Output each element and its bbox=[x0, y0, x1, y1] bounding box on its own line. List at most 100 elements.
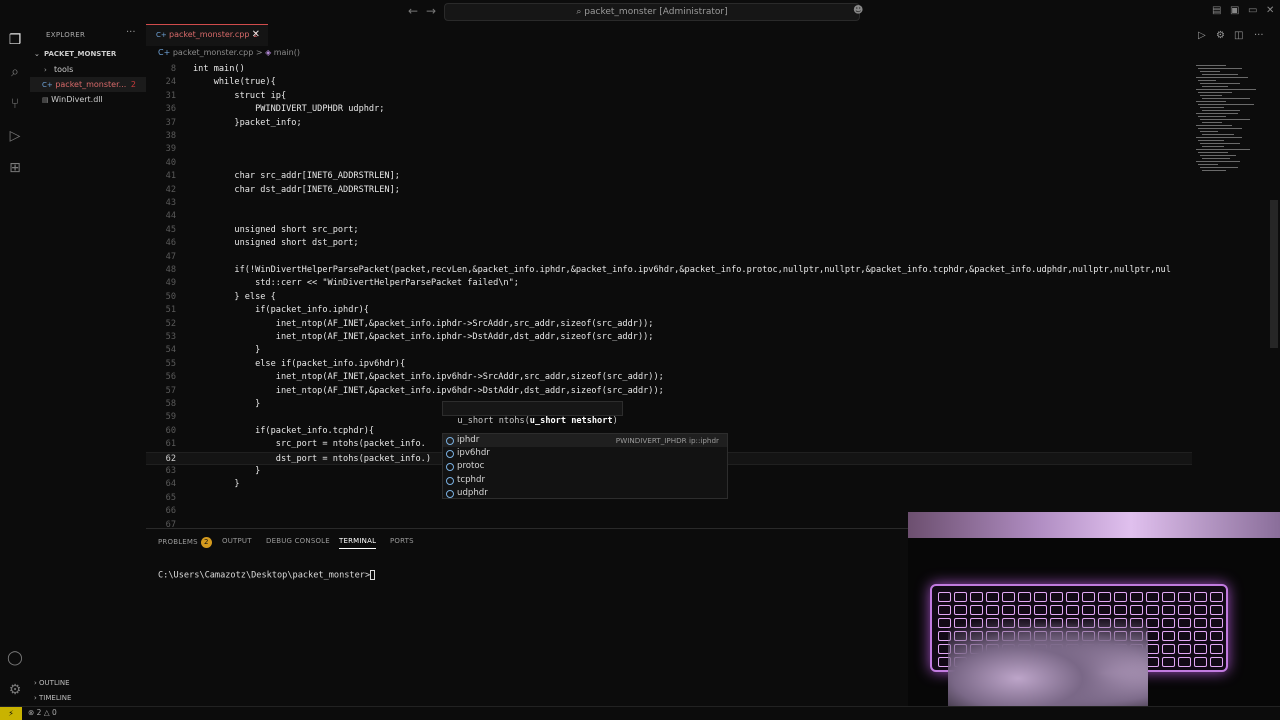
suggestion-item[interactable]: udphdr bbox=[443, 487, 727, 500]
tab-terminal[interactable]: TERMINAL bbox=[339, 537, 377, 549]
code-line[interactable]: 51 if(packet_info.iphdr){ bbox=[146, 304, 1192, 317]
code-line[interactable]: 31 struct ip{ bbox=[146, 90, 1192, 103]
more-actions-icon[interactable]: ··· bbox=[1254, 30, 1264, 41]
code-line[interactable]: 39 bbox=[146, 143, 1192, 156]
explorer-icon[interactable]: ❐ bbox=[7, 32, 23, 48]
line-number: 55 bbox=[165, 358, 176, 369]
code-line[interactable]: 8 int main() bbox=[146, 63, 1192, 76]
more-actions-icon[interactable]: ··· bbox=[126, 27, 136, 38]
code-line[interactable]: 46 unsigned short dst_port; bbox=[146, 237, 1192, 250]
suggestion-item[interactable]: protoc bbox=[443, 460, 727, 473]
tab-ports[interactable]: PORTS bbox=[390, 537, 414, 545]
code-line[interactable]: 38 bbox=[146, 130, 1192, 143]
code-line[interactable]: 42 char dst_addr[INET6_ADDRSTRLEN]; bbox=[146, 184, 1192, 197]
code-line[interactable]: 59 bbox=[146, 411, 1192, 424]
minimap-line bbox=[1202, 170, 1226, 171]
arrow-right-icon[interactable]: → bbox=[426, 4, 436, 18]
problems-status[interactable]: ⊗ 2 △ 0 bbox=[28, 708, 57, 717]
keyboard-key bbox=[1066, 592, 1079, 602]
terminal-output[interactable]: C:\Users\Camazotz\Desktop\packet_monster… bbox=[158, 570, 376, 581]
keyboard-key bbox=[1114, 592, 1127, 602]
breadcrumb-symbol[interactable]: main() bbox=[274, 48, 300, 57]
code-text: inet_ntop(AF_INET,&packet_info.iphdr->Ds… bbox=[193, 332, 654, 342]
code-line[interactable]: 53 inet_ntop(AF_INET,&packet_info.iphdr-… bbox=[146, 331, 1192, 344]
source-control-icon[interactable]: ⑂ bbox=[7, 96, 23, 112]
arrow-left-icon[interactable]: ← bbox=[408, 4, 418, 18]
split-editor-icon[interactable]: ◫ bbox=[1234, 30, 1243, 41]
command-center-search[interactable]: ⌕ packet_monster [Administrator] bbox=[444, 3, 860, 21]
suggestion-type: PWINDIVERT_IPHDR ip::iphdr bbox=[615, 436, 719, 445]
code-line[interactable]: 54 } bbox=[146, 344, 1192, 357]
keyboard-key bbox=[970, 592, 983, 602]
line-number: 54 bbox=[165, 345, 176, 356]
account-icon[interactable]: ◯ bbox=[7, 650, 23, 666]
code-line[interactable]: 37 }packet_info; bbox=[146, 117, 1192, 130]
minimap-line bbox=[1200, 131, 1218, 132]
sidebar-item-tools[interactable]: › tools bbox=[30, 62, 146, 77]
code-line[interactable]: 47 bbox=[146, 251, 1192, 264]
code-line[interactable]: 48 if(!WinDivertHelperParsePacket(packet… bbox=[146, 264, 1192, 277]
sidebar-item-packet-monster[interactable]: C+ packet_monster... 2 bbox=[30, 77, 146, 92]
timeline-section[interactable]: › TIMELINE bbox=[30, 691, 146, 706]
minimap-line bbox=[1196, 89, 1256, 90]
minimap-line bbox=[1196, 113, 1238, 114]
keyboard-key bbox=[1210, 592, 1223, 602]
minimap[interactable] bbox=[1192, 63, 1272, 528]
code-line[interactable]: 58 } bbox=[146, 398, 1192, 411]
keyboard-key bbox=[1194, 631, 1207, 641]
run-debug-icon[interactable]: ▷ bbox=[7, 128, 23, 144]
close-icon[interactable]: ✕ bbox=[252, 25, 260, 45]
code-line[interactable]: 52 inet_ntop(AF_INET,&packet_info.iphdr-… bbox=[146, 318, 1192, 331]
folder-header[interactable]: ⌄ PACKET_MONSTER bbox=[30, 47, 146, 62]
close-window-icon[interactable]: ✕ bbox=[1266, 5, 1274, 16]
sidebar-item-windivert-dll[interactable]: ▤ WinDivert.dll bbox=[30, 92, 146, 107]
code-line[interactable]: 45 unsigned short src_port; bbox=[146, 224, 1192, 237]
suggestion-item[interactable]: tcphdr bbox=[443, 474, 727, 487]
copilot-icon[interactable]: ☻ bbox=[853, 5, 863, 16]
code-line[interactable]: 24 while(true){ bbox=[146, 76, 1192, 89]
suggestion-item[interactable]: iphdr PWINDIVERT_IPHDR ip::iphdr bbox=[443, 434, 727, 448]
gear-icon[interactable]: ⚙ bbox=[1216, 30, 1225, 41]
keyboard-key bbox=[1130, 605, 1143, 615]
tab-output[interactable]: OUTPUT bbox=[222, 537, 252, 545]
extensions-icon[interactable]: ⊞ bbox=[7, 160, 23, 176]
code-line[interactable]: 50 } else { bbox=[146, 291, 1192, 304]
code-text: if(!WinDivertHelperParsePacket(packet,re… bbox=[193, 265, 1171, 275]
run-icon[interactable]: ▷ bbox=[1198, 30, 1206, 41]
code-line[interactable]: 56 inet_ntop(AF_INET,&packet_info.ipv6hd… bbox=[146, 371, 1192, 384]
explorer-header: EXPLORER bbox=[46, 31, 86, 39]
code-line[interactable]: 49 std::cerr << "WinDivertHelperParsePac… bbox=[146, 277, 1192, 290]
tab-packet-monster-cpp[interactable]: C+ packet_monster.cpp 2 ✕ bbox=[146, 24, 268, 46]
suggestion-item[interactable]: ipv6hdr bbox=[443, 447, 727, 460]
code-line[interactable]: 36 PWINDIVERT_UDPHDR udphdr; bbox=[146, 103, 1192, 116]
gear-icon[interactable]: ⚙ bbox=[7, 682, 23, 698]
keyboard-key bbox=[986, 605, 999, 615]
tab-problems[interactable]: PROBLEMS 2 bbox=[158, 537, 212, 548]
suggestion-label: udphdr bbox=[457, 487, 488, 498]
minimap-line bbox=[1196, 65, 1226, 66]
line-number: 50 bbox=[165, 291, 176, 302]
code-line[interactable]: 40 bbox=[146, 157, 1192, 170]
minimize-icon[interactable]: ▭ bbox=[1248, 5, 1257, 16]
terminal-prompt: C:\Users\Camazotz\Desktop\packet_monster… bbox=[158, 570, 371, 581]
toggle-sidebar-icon[interactable]: ▣ bbox=[1230, 5, 1239, 16]
remote-icon[interactable]: ⚡ bbox=[0, 707, 22, 720]
editor-scrollbar[interactable] bbox=[1270, 200, 1278, 348]
code-line[interactable]: 44 bbox=[146, 210, 1192, 223]
breadcrumb-file[interactable]: packet_monster.cpp bbox=[173, 48, 253, 57]
minimap-line bbox=[1202, 122, 1222, 123]
layout-icon[interactable]: ▤ bbox=[1212, 5, 1221, 16]
keyboard-key bbox=[1146, 592, 1159, 602]
code-line[interactable]: 43 bbox=[146, 197, 1192, 210]
keyboard-key bbox=[954, 605, 967, 615]
tab-debug-console[interactable]: DEBUG CONSOLE bbox=[266, 537, 330, 545]
code-line[interactable]: 55 else if(packet_info.ipv6hdr){ bbox=[146, 358, 1192, 371]
line-number: 42 bbox=[165, 184, 176, 195]
code-line[interactable]: 41 char src_addr[INET6_ADDRSTRLEN]; bbox=[146, 170, 1192, 183]
search-icon[interactable]: ⌕ bbox=[7, 64, 23, 80]
line-number: 67 bbox=[165, 519, 176, 528]
outline-section[interactable]: › OUTLINE bbox=[30, 676, 146, 691]
code-line[interactable]: 57 inet_ntop(AF_INET,&packet_info.ipv6hd… bbox=[146, 385, 1192, 398]
minimap-line bbox=[1198, 140, 1224, 141]
chevron-right-icon: › bbox=[44, 66, 47, 74]
